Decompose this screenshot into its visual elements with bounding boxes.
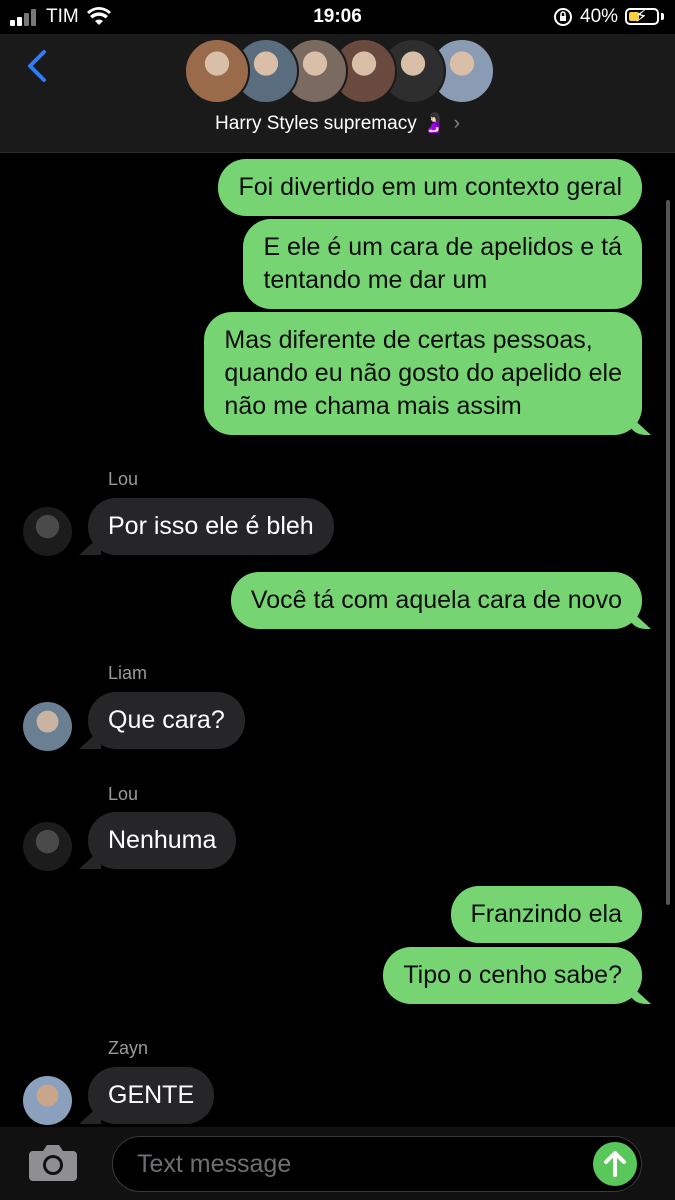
sender-name: Lou (108, 469, 139, 489)
message-input[interactable] (135, 1137, 579, 1192)
send-button[interactable] (593, 1142, 637, 1186)
chevron-right-icon: › (453, 113, 460, 134)
scrollbar[interactable] (666, 200, 670, 905)
message-line: E ele é um cara de apelidos e tá (263, 233, 622, 261)
message-bubble-outgoing[interactable]: E ele é um cara de apelidos e tá tentando… (243, 219, 642, 309)
group-member-avatar (184, 38, 250, 104)
message-bubble-incoming[interactable]: Que cara? (88, 692, 245, 749)
message-bubble-incoming[interactable]: Nenhuma (88, 812, 237, 869)
message-text: Franzindo ela (470, 900, 622, 928)
status-bar: TIM 19:06 40% ⚡ (0, 0, 675, 34)
battery-cap (661, 13, 664, 20)
message-bubble-outgoing[interactable]: Franzindo ela (450, 886, 642, 943)
sender-name: Zayn (108, 1038, 149, 1058)
avatar[interactable] (23, 507, 72, 556)
clock: 19:06 (313, 6, 362, 27)
message-text: Por isso ele é bleh (108, 512, 314, 540)
arrow-up-icon (604, 1151, 626, 1177)
battery-icon: ⚡ (625, 6, 659, 26)
avatar[interactable] (23, 1076, 72, 1125)
message-bubble-outgoing[interactable]: Tipo o cenho sabe? (383, 947, 642, 1004)
rotation-lock-icon (554, 8, 572, 26)
message-line: quando eu não gosto do apelido ele (224, 359, 622, 387)
message-text: Foi divertido em um contexto geral (238, 173, 622, 201)
conversation-header: Harry Styles supremacy 🤰🏻 › (0, 34, 675, 153)
message-text: Que cara? (108, 706, 225, 734)
message-bubble-outgoing[interactable]: Você tá com aquela cara de novo (230, 572, 642, 629)
sender-name: Lou (108, 784, 139, 804)
avatar[interactable] (23, 702, 72, 751)
avatar[interactable] (23, 822, 72, 871)
camera-icon[interactable] (27, 1143, 79, 1181)
message-text: GENTE (108, 1081, 195, 1109)
message-line: Mas diferente de certas pessoas, (224, 326, 593, 354)
battery-percent: 40% (580, 6, 619, 27)
message-bubble-outgoing[interactable]: Foi divertido em um contexto geral (218, 159, 642, 216)
message-text: Tipo o cenho sabe? (403, 961, 622, 989)
group-avatars[interactable] (184, 38, 495, 108)
message-bubble-incoming[interactable]: GENTE (88, 1067, 215, 1124)
message-field[interactable] (112, 1136, 642, 1192)
chevron-left-icon[interactable] (22, 46, 56, 86)
message-line: tentando me dar um (263, 266, 488, 294)
message-text: Você tá com aquela cara de novo (250, 586, 622, 614)
sender-name: Liam (108, 663, 148, 683)
group-name: Harry Styles supremacy 🤰🏻 (215, 113, 446, 134)
group-name-row[interactable]: Harry Styles supremacy 🤰🏻 › (0, 111, 675, 135)
message-bubble-outgoing[interactable]: Mas diferente de certas pessoas, quando e… (204, 312, 642, 435)
message-line: não me chama mais assim (224, 392, 522, 420)
compose-bar (0, 1127, 675, 1200)
message-text: Nenhuma (108, 826, 217, 854)
message-bubble-incoming[interactable]: Por isso ele é bleh (88, 498, 334, 555)
